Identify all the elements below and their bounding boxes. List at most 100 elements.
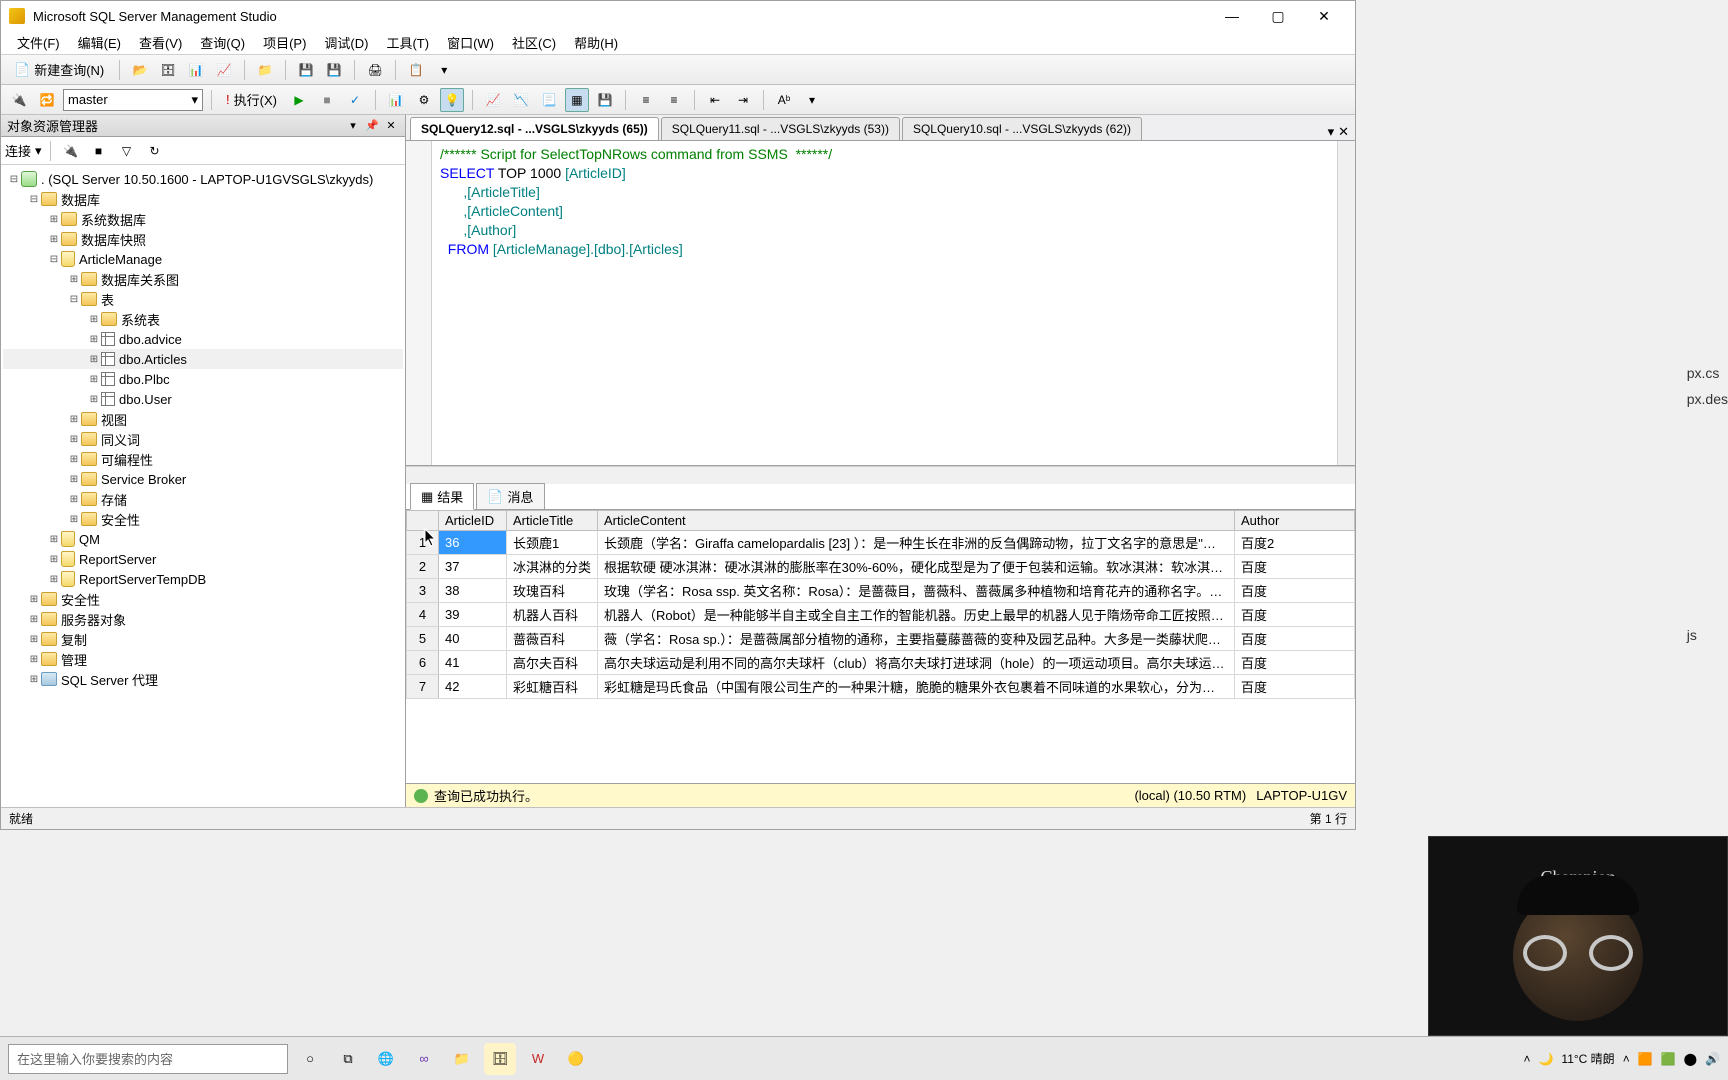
stop-icon[interactable]: ■: [315, 88, 339, 112]
table-row[interactable]: 742彩虹糖百科彩虹糖是玛氏食品（中国有限公司生产的一种果汁糖，脆脆的糖果外衣包…: [407, 675, 1355, 699]
table-row[interactable]: 338玫瑰百科玫瑰（学名：Rosa ssp. 英文名称：Rosa）：是蔷薇目，蔷…: [407, 579, 1355, 603]
col-articletitle[interactable]: ArticleTitle: [507, 511, 598, 531]
tray-chevron-icon[interactable]: ˄: [1523, 1052, 1530, 1066]
tab-sqlquery11[interactable]: SQLQuery11.sql - ...VSGLS\zkyyds (53)): [661, 117, 900, 140]
col-author[interactable]: Author: [1235, 511, 1355, 531]
database-snapshots-folder[interactable]: ⊞数据库快照: [3, 229, 403, 249]
edge-icon[interactable]: 🌐: [370, 1043, 402, 1075]
close-tab-icon[interactable]: ✕: [1338, 124, 1349, 140]
panel-close-icon[interactable]: ✕: [383, 118, 399, 134]
wps-icon[interactable]: W: [522, 1043, 554, 1075]
tray-app2-icon[interactable]: 🟩: [1661, 1052, 1676, 1066]
active-files-icon[interactable]: ▾: [1328, 124, 1335, 140]
col-rownum[interactable]: [407, 511, 439, 531]
dmx-query-icon[interactable]: 📈: [212, 58, 236, 82]
change-connection-icon[interactable]: 🔁: [35, 88, 59, 112]
results-to-file-icon[interactable]: 💾: [593, 88, 617, 112]
table-row[interactable]: 439机器人百科机器人（Robot）是一种能够半自主或全自主工作的智能机器。历史…: [407, 603, 1355, 627]
menu-help[interactable]: 帮助(H): [566, 31, 626, 54]
programmability-folder[interactable]: ⊞可编程性: [3, 449, 403, 469]
menu-debug[interactable]: 调试(D): [316, 31, 376, 54]
db-engine-query-icon[interactable]: 🗄: [156, 58, 180, 82]
replication-folder[interactable]: ⊞复制: [3, 629, 403, 649]
tables-folder[interactable]: ⊟表: [3, 289, 403, 309]
window-position-icon[interactable]: ▾: [345, 118, 361, 134]
analysis-query-icon[interactable]: 📊: [184, 58, 208, 82]
tray-app1-icon[interactable]: 🟧: [1638, 1052, 1653, 1066]
new-query-button[interactable]: 📄 新建查询(N): [7, 58, 111, 82]
system-databases-folder[interactable]: ⊞系统数据库: [3, 209, 403, 229]
estimated-plan-icon[interactable]: 📊: [384, 88, 408, 112]
menu-community[interactable]: 社区(C): [504, 31, 564, 54]
tray-app4-icon[interactable]: 🔊: [1705, 1052, 1720, 1066]
sql-agent-node[interactable]: ⊞SQL Server 代理: [3, 669, 403, 689]
results-grid[interactable]: ArticleID ArticleTitle ArticleContent Au…: [406, 510, 1355, 783]
save-all-icon[interactable]: 💾: [322, 58, 346, 82]
service-broker-folder[interactable]: ⊞Service Broker: [3, 469, 403, 489]
menu-window[interactable]: 窗口(W): [439, 31, 502, 54]
results-to-text-icon[interactable]: 📃: [537, 88, 561, 112]
increase-indent-icon[interactable]: ⇥: [731, 88, 755, 112]
databases-folder[interactable]: ⊟数据库: [3, 189, 403, 209]
ssms-taskbar-icon[interactable]: 🗄: [484, 1043, 516, 1075]
table-row[interactable]: 540蔷薇百科薇（学名：Rosa sp.）：是蔷薇属部分植物的通称，主要指蔓藤蔷…: [407, 627, 1355, 651]
minimize-button[interactable]: —: [1209, 1, 1255, 31]
chrome-icon[interactable]: 🟡: [560, 1043, 592, 1075]
sql-editor[interactable]: /****** Script for SelectTopNRows comman…: [406, 141, 1355, 466]
menu-tools[interactable]: 工具(T): [378, 31, 437, 54]
execute-button[interactable]: ! 执行(X): [220, 88, 283, 112]
security-folder[interactable]: ⊞安全性: [3, 589, 403, 609]
refresh-icon[interactable]: ↻: [143, 139, 167, 163]
menu-project[interactable]: 项目(P): [255, 31, 314, 54]
tray-chevron2-icon[interactable]: ˄: [1623, 1052, 1630, 1066]
table-row[interactable]: 641高尔夫百科高尔夫球运动是利用不同的高尔夫球杆（club）将高尔夫球打进球洞…: [407, 651, 1355, 675]
cortana-icon[interactable]: ○: [294, 1043, 326, 1075]
toolbar-overflow-icon[interactable]: ▾: [432, 58, 456, 82]
include-stats-icon[interactable]: 📉: [509, 88, 533, 112]
parse-icon[interactable]: ✓: [343, 88, 367, 112]
maximize-button[interactable]: ▢: [1255, 1, 1301, 31]
print-icon[interactable]: 🖨: [363, 58, 387, 82]
views-folder[interactable]: ⊞视图: [3, 409, 403, 429]
menu-query[interactable]: 查询(Q): [192, 31, 253, 54]
database-selector[interactable]: master ▾: [63, 89, 203, 111]
messages-tab[interactable]: 📄 消息: [476, 483, 544, 510]
file-explorer-icon[interactable]: 📁: [446, 1043, 478, 1075]
table-row[interactable]: 237冰淇淋的分类根据软硬 硬冰淇淋：硬冰淇淋的膨胀率在30%-60%，硬化成型…: [407, 555, 1355, 579]
sql-text[interactable]: /****** Script for SelectTopNRows comman…: [432, 141, 1337, 465]
db-reportserver[interactable]: ⊞ReportServer: [3, 549, 403, 569]
storage-folder[interactable]: ⊞存储: [3, 489, 403, 509]
results-tab[interactable]: ▦ 结果: [410, 483, 474, 510]
query-options-icon[interactable]: ⚙: [412, 88, 436, 112]
visual-studio-icon[interactable]: ∞: [408, 1043, 440, 1075]
comment-icon[interactable]: ≡: [634, 88, 658, 112]
weather-icon[interactable]: 🌙: [1538, 1052, 1553, 1066]
filter-icon[interactable]: ▽: [115, 139, 139, 163]
object-tree[interactable]: ⊟. (SQL Server 10.50.1600 - LAPTOP-U1GVS…: [1, 165, 405, 807]
save-icon[interactable]: 💾: [294, 58, 318, 82]
auto-hide-icon[interactable]: 📌: [364, 118, 380, 134]
editor-scrollbar-h[interactable]: [406, 466, 1355, 484]
col-articlecontent[interactable]: ArticleContent: [598, 511, 1235, 531]
connect-label[interactable]: 连接: [5, 141, 31, 160]
tray-app3-icon[interactable]: ⬤: [1684, 1052, 1697, 1066]
activity-monitor-icon[interactable]: 📋: [404, 58, 428, 82]
menu-edit[interactable]: 编辑(E): [70, 31, 129, 54]
system-tray[interactable]: ˄ 🌙 11°C 晴朗 ˄ 🟧 🟩 ⬤ 🔊: [1523, 1050, 1720, 1067]
col-articleid[interactable]: ArticleID: [439, 511, 507, 531]
intellisense-icon[interactable]: 💡: [440, 88, 464, 112]
debug-icon[interactable]: ▶: [287, 88, 311, 112]
db-qm[interactable]: ⊞QM: [3, 529, 403, 549]
include-plan-icon[interactable]: 📈: [481, 88, 505, 112]
security-inner-folder[interactable]: ⊞安全性: [3, 509, 403, 529]
tab-sqlquery10[interactable]: SQLQuery10.sql - ...VSGLS\zkyyds (62)): [902, 117, 1142, 140]
system-tables-folder[interactable]: ⊞系统表: [3, 309, 403, 329]
table-user[interactable]: ⊞dbo.User: [3, 389, 403, 409]
db-articlemanage[interactable]: ⊟ArticleManage: [3, 249, 403, 269]
open-file-icon[interactable]: 📂: [128, 58, 152, 82]
specify-values-icon[interactable]: Aᵇ: [772, 88, 796, 112]
server-objects-folder[interactable]: ⊞服务器对象: [3, 609, 403, 629]
table-row[interactable]: 136长颈鹿1长颈鹿（学名：Giraffa camelopardalis [23…: [407, 531, 1355, 555]
table-articles[interactable]: ⊞dbo.Articles: [3, 349, 403, 369]
table-plbc[interactable]: ⊞dbo.Plbc: [3, 369, 403, 389]
